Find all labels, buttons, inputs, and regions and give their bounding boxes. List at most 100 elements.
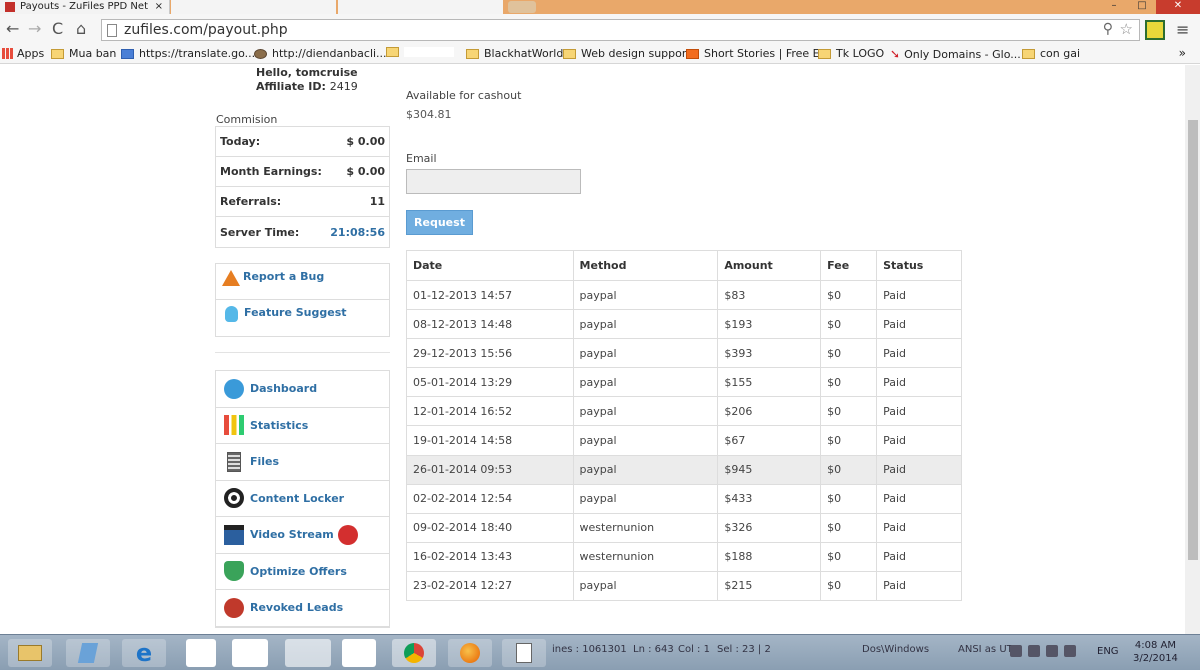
feature-suggest-link[interactable]: Feature Suggest [216, 300, 389, 336]
tray-app-icon[interactable] [1028, 645, 1040, 657]
taskbar-editor[interactable] [502, 639, 546, 667]
taskbar-chrome[interactable] [392, 639, 436, 667]
nav-content-locker[interactable]: Content Locker [216, 481, 389, 517]
bookmarks-bar: Apps Mua ban https://translate.go... htt… [0, 44, 1200, 64]
system-clock[interactable]: 4:08 AM 3/2/2014 [1133, 639, 1178, 665]
revoked-leads-icon [224, 597, 244, 618]
table-row: 29-12-2013 15:56 paypal $393 $0 Paid [406, 338, 962, 369]
stat-referrals: Referrals: 11 [216, 187, 389, 217]
taskbar-explorer[interactable] [8, 639, 52, 667]
close-window-button[interactable]: ✕ [1156, 0, 1200, 14]
cell-fee: $0 [820, 396, 878, 427]
tray-volume-icon[interactable] [1064, 645, 1076, 657]
bookmarks-overflow-icon[interactable]: » [1179, 46, 1186, 60]
taskbar-app[interactable] [66, 639, 110, 667]
bookmark-tk-logo[interactable]: Tk LOGO [818, 47, 884, 60]
nav-revoked-leads[interactable]: Revoked Leads [216, 590, 389, 627]
cell-amount: $945 [717, 454, 822, 485]
header-date: Date [406, 250, 574, 281]
bookmark-label: Tk LOGO [836, 47, 885, 60]
bookmark-star-icon[interactable]: ☆ [1120, 20, 1133, 38]
cell-fee: $0 [820, 425, 878, 456]
home-icon[interactable]: ⌂ [76, 20, 86, 38]
cashout-amount: $304.81 [406, 108, 452, 121]
nav-optimize-offers[interactable]: Optimize Offers [216, 554, 389, 590]
table-row: 19-01-2014 14:58 paypal $67 $0 Paid [406, 425, 962, 456]
table-row: 05-01-2014 13:29 paypal $155 $0 Paid [406, 367, 962, 398]
cell-date: 05-01-2014 13:29 [406, 367, 574, 398]
scrollbar-thumb[interactable] [1188, 120, 1198, 560]
zoom-icon[interactable]: ⚲ [1103, 21, 1113, 37]
bookmark-apps[interactable]: Apps [2, 47, 44, 60]
bookmark-blackhatworld[interactable]: BlackhatWorld [466, 47, 563, 60]
tray-flag-icon[interactable] [1010, 645, 1022, 657]
nav-label: Statistics [250, 418, 309, 432]
cell-status: Paid [876, 570, 962, 602]
folder-icon [563, 48, 576, 59]
bookmark-only-domains[interactable]: ➘ Only Domains - Glo... [890, 47, 1021, 61]
cashout-label: Available for cashout [406, 89, 522, 102]
browser-toolbar: ← → C ⌂ zufiles.com/payout.php ⚲ ☆ ≡ [0, 14, 1200, 44]
browser-menu-icon[interactable]: ≡ [1176, 20, 1189, 39]
bookmark-web-design[interactable]: Web design support [563, 47, 691, 60]
email-field[interactable] [406, 169, 581, 194]
bookmark-translate[interactable]: https://translate.go... [121, 47, 255, 60]
request-button[interactable]: Request [406, 210, 473, 235]
address-bar[interactable]: zufiles.com/payout.php ⚲ ☆ [101, 19, 1140, 41]
table-header-row: Date Method Amount Fee Status [406, 250, 962, 281]
affiliate-label: Affiliate ID: [256, 80, 326, 93]
arrow-icon: ➘ [890, 47, 901, 61]
browser-tab-redacted-1[interactable] [171, 0, 336, 14]
minimize-button[interactable]: – [1100, 0, 1128, 14]
statistics-icon [224, 415, 244, 436]
bookmark-redacted[interactable] [386, 47, 454, 57]
nav-dashboard[interactable]: Dashboard [216, 371, 389, 408]
ie-icon: e [135, 639, 153, 667]
sidebar-divider [215, 352, 390, 353]
cell-amount: $67 [717, 425, 822, 456]
taskbar-firefox[interactable] [448, 639, 492, 667]
cell-fee: $0 [820, 279, 878, 311]
browser-tab-redacted-2[interactable] [338, 0, 503, 14]
maximize-button[interactable]: □ [1128, 0, 1156, 14]
tray-network-icon[interactable] [1046, 645, 1058, 657]
cell-method: paypal [572, 279, 719, 311]
page-scrollbar[interactable] [1185, 65, 1200, 635]
extension-icon[interactable] [1145, 20, 1165, 40]
language-indicator[interactable]: ENG [1097, 646, 1119, 657]
nav-video-stream[interactable]: Video Stream [216, 517, 389, 554]
bookmark-diendan[interactable]: http://diendanbacli... [254, 47, 387, 60]
back-icon[interactable]: ← [6, 20, 19, 38]
new-tab-button[interactable] [508, 1, 536, 13]
bookmark-short-stories[interactable]: Short Stories | Free E... [686, 47, 830, 60]
bookmark-label: con gai [1040, 47, 1081, 60]
report-bug-link[interactable]: Report a Bug [216, 264, 389, 300]
translate-icon [121, 48, 134, 59]
folder-icon [466, 48, 479, 59]
site-icon [686, 48, 699, 59]
bookmark-con-gai[interactable]: con gai [1022, 47, 1080, 60]
nav-files[interactable]: Files [216, 444, 389, 481]
cell-date: 19-01-2014 14:58 [406, 425, 574, 456]
status-eol: Dos\Windows [862, 644, 930, 655]
warning-icon [222, 270, 240, 286]
cell-method: paypal [572, 338, 719, 369]
reload-icon[interactable]: C [52, 20, 63, 38]
nav-label: Revoked Leads [250, 601, 344, 615]
cell-date: 02-02-2014 12:54 [406, 483, 574, 514]
taskbar-internet-explorer[interactable]: e [122, 639, 166, 667]
cell-date: 26-01-2014 09:53 [406, 454, 574, 485]
cell-method: paypal [572, 425, 719, 456]
chrome-icon [404, 643, 424, 663]
tab-close-icon[interactable]: × [155, 0, 163, 14]
browser-tab-active[interactable]: Payouts - ZuFiles PPD Net × [0, 0, 170, 14]
nav-statistics[interactable]: Statistics [216, 408, 389, 444]
clock-date: 3/2/2014 [1133, 653, 1178, 664]
forward-icon[interactable]: → [28, 20, 41, 38]
cell-date: 16-02-2014 13:43 [406, 541, 574, 572]
bookmark-label: BlackhatWorld [484, 47, 564, 60]
cell-method: westernunion [572, 541, 719, 572]
stat-month-earnings: Month Earnings: $ 0.00 [216, 157, 389, 187]
nav-label: Video Stream [250, 528, 334, 542]
bookmark-mua-ban[interactable]: Mua ban [51, 47, 116, 60]
